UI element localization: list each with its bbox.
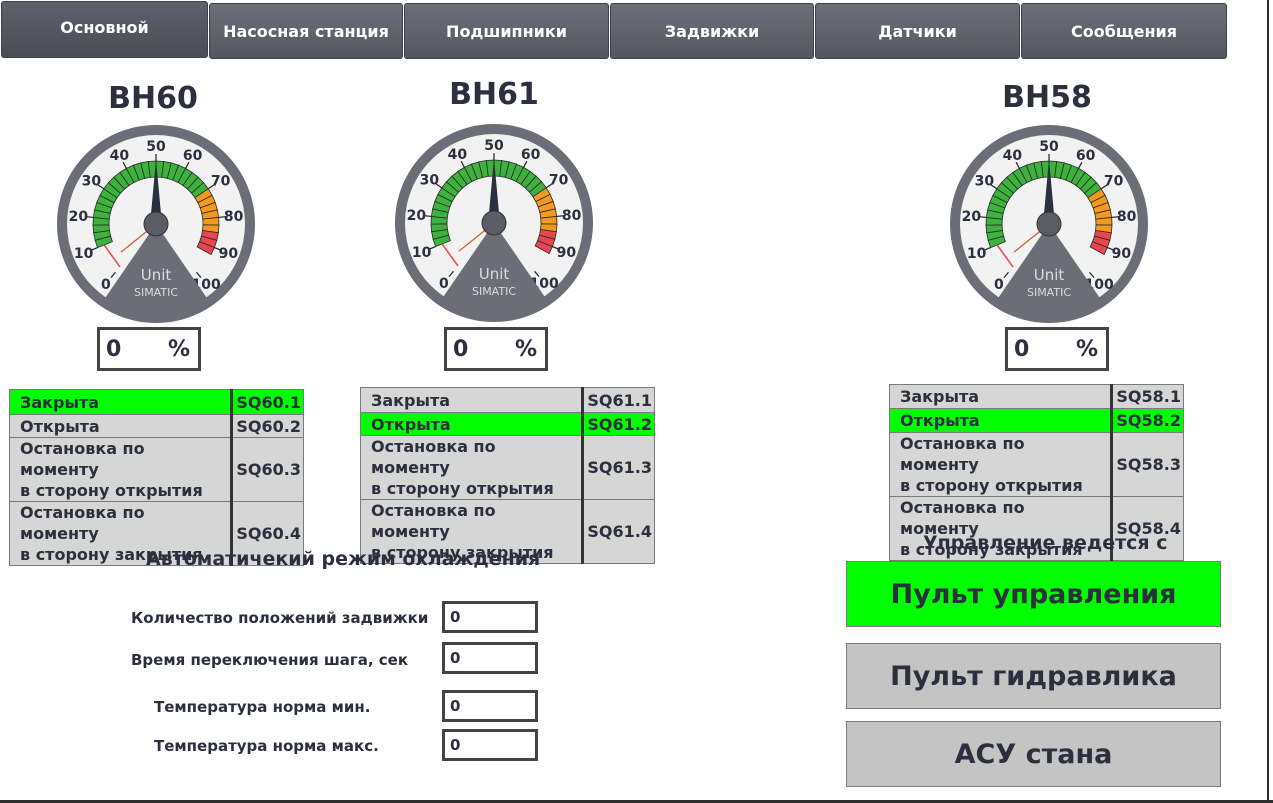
temp-max-field[interactable]: 0: [442, 729, 538, 761]
status-row-torque-open: Остановка по моменту в сторону открытия SQ…: [359, 435, 655, 500]
gauge-hub: [481, 210, 507, 236]
tab-bearings[interactable]: Подшипники: [404, 3, 609, 59]
gauge-tick-label: 30: [420, 172, 440, 188]
tab-pump-station[interactable]: Насосная станция: [209, 3, 403, 59]
status-row-closed: Закрыта SQ60.1: [8, 389, 304, 415]
valve-title-bh61: BH61: [449, 77, 539, 112]
gauge-tick-label: 10: [74, 246, 94, 262]
gauge-tick-label: 10: [967, 246, 987, 262]
gauge-tick-label: 0: [439, 276, 449, 292]
temp-min-label: Температура норма мин.: [154, 698, 371, 716]
tab-main[interactable]: Основной: [1, 1, 208, 58]
valve-positions-label: Количество положений задвижки: [131, 609, 429, 627]
gauge-hub: [1036, 211, 1062, 237]
status-row-torque-open: Остановка по моменту в сторону открытия SQ…: [888, 432, 1184, 497]
gauge-tick-label: 40: [1003, 148, 1023, 164]
gauge-bh61: 0102030405060708090100UnitSIMATIC: [395, 124, 593, 322]
status-table-bh61: Закрыта SQ61.1 Открыта SQ61.2 Остановка по…: [359, 387, 655, 564]
step-time-field[interactable]: 0: [442, 642, 538, 674]
step-time-label: Время переключения шага, сек: [131, 651, 409, 669]
hydraulic-panel-button[interactable]: Пульт гидравлика: [846, 643, 1221, 709]
gauge-unit-label: Unit: [141, 266, 172, 284]
percent-display-bh58: 0 %: [1005, 327, 1109, 371]
gauge-tick-label: 50: [1039, 139, 1059, 155]
gauge-bh58: 0102030405060708090100UnitSIMATIC: [950, 125, 1148, 323]
percent-value: 0: [106, 337, 122, 362]
gauge-tick-label: 0: [101, 277, 111, 293]
gauge-tick-label: 40: [448, 147, 468, 163]
gauge-tick-label: 80: [1117, 209, 1137, 225]
gauge-band-orange: [202, 216, 220, 226]
percent-unit: %: [514, 337, 537, 362]
gauge-tick-label: 20: [407, 208, 427, 224]
gauge-tick-label: 30: [975, 173, 995, 189]
gauge-unit-label: Unit: [1034, 266, 1065, 284]
percent-display-bh60: 0 %: [97, 327, 201, 371]
percent-value: 0: [1014, 337, 1030, 362]
gauge-tick-label: 40: [110, 148, 130, 164]
gauge-brand-label: SIMATIC: [134, 286, 178, 299]
gauge-tick-label: 50: [484, 138, 504, 154]
control-source-title: Управление ведется с: [923, 532, 1168, 554]
status-row-open: Открыта SQ58.2: [888, 408, 1184, 433]
gauge-tick-label: 60: [1076, 148, 1096, 164]
gauge-tick-label: 90: [1112, 246, 1132, 262]
status-row-open: Открыта SQ60.2: [8, 414, 304, 438]
gauge-unit-label: Unit: [479, 265, 510, 283]
auto-cooling-title: Автоматичекий режим охлаждения: [146, 548, 541, 570]
gauge-tick-label: 20: [962, 209, 982, 225]
status-table-bh60: Закрыта SQ60.1 Открыта SQ60.2 Остановка по…: [8, 389, 304, 566]
temp-max-label: Температура норма макс.: [154, 737, 379, 755]
valve-positions-field[interactable]: 0: [442, 601, 538, 633]
status-row-open: Открыта SQ61.2: [359, 412, 655, 436]
mill-acs-button[interactable]: АСУ стана: [846, 721, 1221, 787]
gauge-band-orange: [1095, 216, 1113, 226]
tab-valves[interactable]: Задвижки: [610, 3, 814, 59]
control-panel-button[interactable]: Пульт управления: [846, 561, 1221, 627]
status-row-closed: Закрыта SQ58.1: [888, 384, 1184, 409]
gauge-bh60: 0102030405060708090100UnitSIMATIC: [57, 125, 255, 323]
gauge-tick-label: 60: [183, 148, 203, 164]
window-frame-right: [1267, 0, 1269, 803]
gauge-tick-label: 90: [219, 246, 239, 262]
gauge-tick-label: 80: [562, 208, 582, 224]
gauge-tick-label: 60: [521, 147, 541, 163]
status-row-torque-open: Остановка по моменту в сторону открытия SQ…: [8, 437, 304, 502]
gauge-tick-label: 0: [994, 277, 1004, 293]
gauge-tick-label: 70: [549, 172, 569, 188]
gauge-tick-label: 70: [211, 173, 231, 189]
gauge-brand-label: SIMATIC: [472, 285, 516, 298]
tab-sensors[interactable]: Датчики: [815, 3, 1020, 59]
gauge-tick-label: 80: [224, 209, 244, 225]
percent-value: 0: [453, 337, 469, 362]
status-row-closed: Закрыта SQ61.1: [359, 387, 655, 413]
gauge-brand-label: SIMATIC: [1027, 286, 1071, 299]
tab-messages[interactable]: Сообщения: [1021, 3, 1227, 59]
gauge-tick-label: 70: [1104, 173, 1124, 189]
gauge-hub: [143, 211, 169, 237]
gauge-tick-label: 10: [412, 245, 432, 261]
gauge-tick-label: 20: [69, 209, 89, 225]
gauge-tick-label: 50: [146, 139, 166, 155]
gauge-tick-label: 30: [82, 173, 102, 189]
percent-unit: %: [167, 337, 190, 362]
gauge-band-orange: [540, 215, 558, 225]
gauge-tick-label: 90: [557, 245, 577, 261]
percent-display-bh61: 0 %: [444, 327, 548, 371]
percent-unit: %: [1075, 337, 1098, 362]
valve-title-bh58: BH58: [1002, 80, 1092, 115]
valve-title-bh60: BH60: [108, 81, 198, 116]
temp-min-field[interactable]: 0: [442, 690, 538, 722]
